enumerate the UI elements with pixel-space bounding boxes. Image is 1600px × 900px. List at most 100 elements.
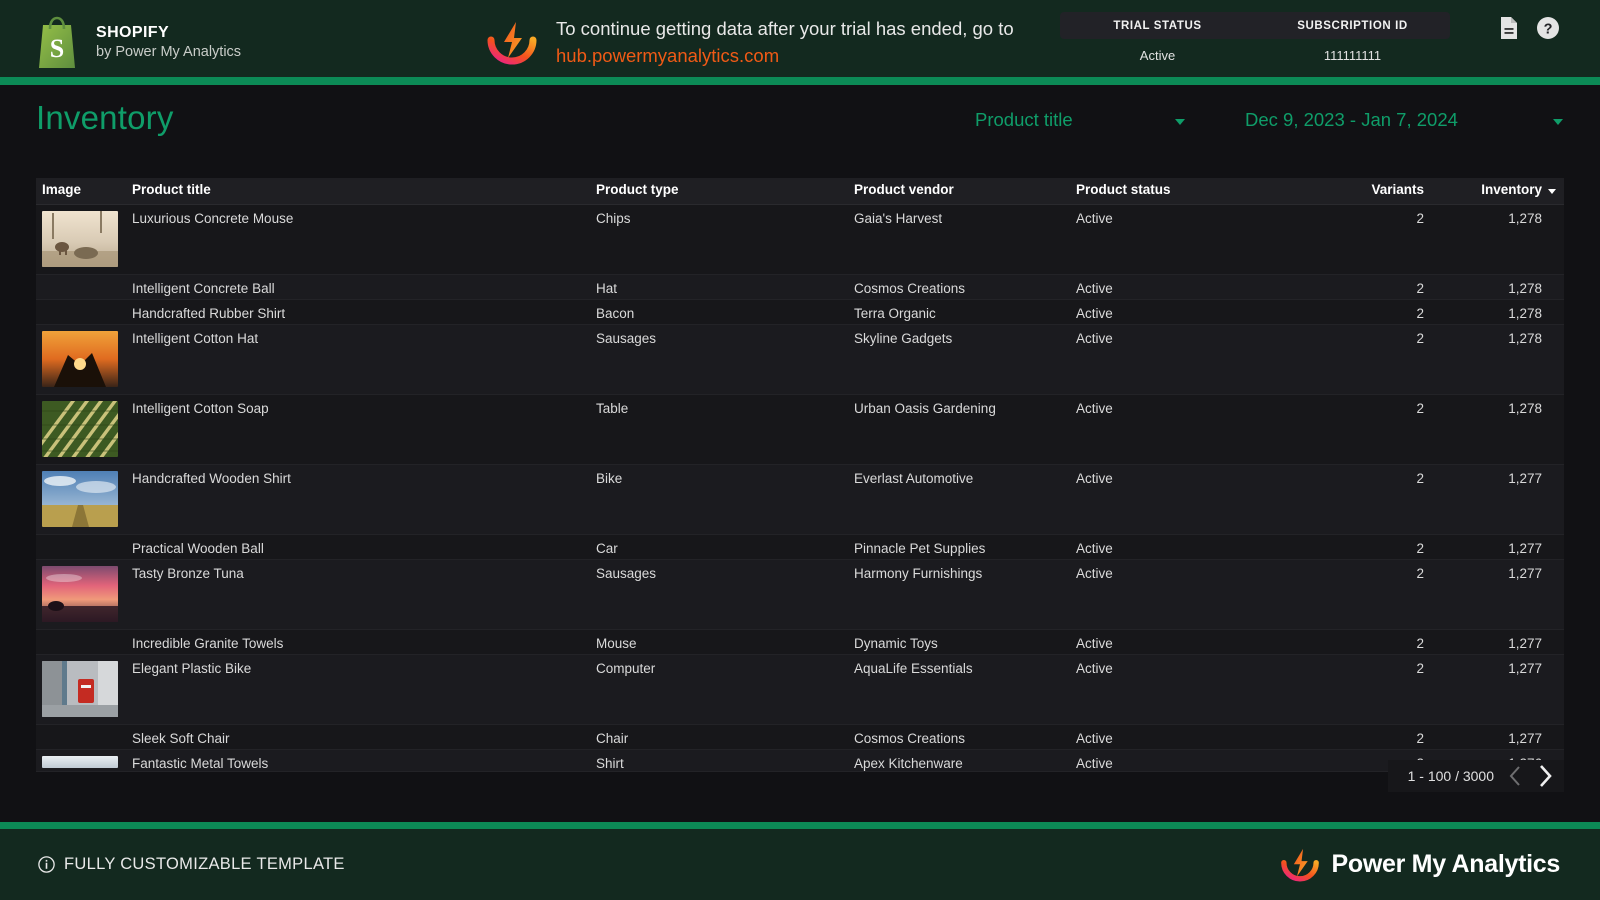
page-header: Inventory Product title Dec 9, 2023 - Ja…: [0, 85, 1600, 163]
table-row[interactable]: Intelligent Cotton Hat Sausages Skyline Ga…: [36, 324, 1564, 395]
cell-product-title: Fantastic Metal Towels: [132, 749, 596, 772]
cell-inventory: 1,277: [1438, 629, 1564, 655]
cell-product-status: Active: [1076, 299, 1326, 325]
cell-product-vendor: Harmony Furnishings: [854, 559, 1076, 630]
date-range-selector[interactable]: Dec 9, 2023 - Jan 7, 2024: [1245, 109, 1563, 131]
top-banner: S SHOPIFY by Power My Analytics To conti…: [0, 0, 1600, 85]
cell-product-title: Practical Wooden Ball: [132, 534, 596, 560]
cell-product-status: Active: [1076, 629, 1326, 655]
help-circle-icon[interactable]: ?: [1536, 16, 1560, 40]
cell-variants: 2: [1326, 324, 1438, 395]
table-row[interactable]: Incredible Granite Towels Mouse Dynamic To…: [36, 629, 1564, 655]
table-row[interactable]: Tasty Bronze Tuna Sausages Harmony Furnish…: [36, 559, 1564, 630]
inventory-table-container[interactable]: Image Product title Product type Product…: [36, 178, 1564, 772]
subscription-id-value: 111111111: [1323, 48, 1382, 63]
cell-product-type: Sausages: [596, 324, 854, 395]
cell-inventory: 1,278: [1438, 324, 1564, 395]
cell-product-title: Intelligent Cotton Hat: [132, 324, 596, 395]
trial-banner: To continue getting data after your tria…: [486, 16, 1014, 70]
table-header: Image Product title Product type Product…: [36, 178, 1564, 205]
cell-inventory: 1,277: [1438, 724, 1564, 750]
cell-product-vendor: Cosmos Creations: [854, 274, 1076, 300]
column-header-inventory[interactable]: Inventory: [1438, 178, 1564, 205]
product-thumbnail: [42, 565, 118, 622]
cell-image: [36, 559, 132, 630]
cell-variants: 2: [1326, 724, 1438, 750]
cell-variants: 2: [1326, 534, 1438, 560]
table-row[interactable]: Luxurious Concrete Mouse Chips Gaia's Harv…: [36, 204, 1564, 275]
cell-product-type: Bacon: [596, 299, 854, 325]
footer: FULLY CUSTOMIZABLE TEMPLATE Power My Ana…: [0, 822, 1600, 900]
chevron-down-icon: [1553, 119, 1563, 125]
top-icon-group: ?: [1499, 16, 1560, 40]
banner-link[interactable]: hub.powermyanalytics.com: [556, 43, 779, 70]
pagination: 1 - 100 / 3000: [1387, 760, 1564, 792]
product-thumbnail: [42, 400, 118, 457]
cell-product-title: Incredible Granite Towels: [132, 629, 596, 655]
chevron-right-icon[interactable]: [1537, 764, 1554, 788]
product-thumbnail: [42, 330, 118, 387]
cell-inventory: 1,278: [1438, 299, 1564, 325]
trial-status-label: TRIAL STATUS: [1113, 19, 1202, 32]
cell-variants: 2: [1326, 559, 1438, 630]
cell-image: [36, 204, 132, 275]
banner-message: To continue getting data after your tria…: [556, 17, 1014, 39]
table-row[interactable]: Intelligent Cotton Soap Table Urban Oasis …: [36, 394, 1564, 465]
cell-product-type: Chair: [596, 724, 854, 750]
brand-title: SHOPIFY: [96, 23, 170, 41]
column-header-vendor[interactable]: Product vendor: [854, 178, 1076, 205]
cell-inventory: 1,277: [1438, 464, 1564, 535]
table-row[interactable]: Handcrafted Wooden Shirt Bike Everlast Aut…: [36, 464, 1564, 535]
cell-product-vendor: Skyline Gadgets: [854, 324, 1076, 395]
status-values: Active 111111111: [1060, 48, 1450, 63]
trial-status-value: Active: [1139, 48, 1176, 63]
table-row[interactable]: Intelligent Concrete Ball Hat Cosmos Creat…: [36, 274, 1564, 300]
cell-inventory: 1,277: [1438, 559, 1564, 630]
status-area: TRIAL STATUS SUBSCRIPTION ID Active 1111…: [1060, 12, 1450, 63]
sort-desc-icon: [1548, 189, 1556, 194]
cell-product-status: Active: [1076, 464, 1326, 535]
table-row[interactable]: Handcrafted Rubber Shirt Bacon Terra Organ…: [36, 299, 1564, 325]
cell-variants: 2: [1326, 204, 1438, 275]
product-thumbnail: [42, 210, 118, 267]
cell-product-vendor: Everlast Automotive: [854, 464, 1076, 535]
cell-product-status: Active: [1076, 749, 1326, 772]
cell-product-type: Chips: [596, 204, 854, 275]
cell-product-title: Intelligent Cotton Soap: [132, 394, 596, 465]
document-icon[interactable]: [1499, 16, 1519, 40]
cell-variants: 2: [1326, 299, 1438, 325]
footer-brand-text: Power My Analytics: [1331, 850, 1561, 878]
table-row[interactable]: Sleek Soft Chair Chair Cosmos Creations Act…: [36, 724, 1564, 750]
table-row[interactable]: Elegant Plastic Bike Computer AquaLife Ess…: [36, 654, 1564, 725]
status-header: TRIAL STATUS SUBSCRIPTION ID: [1060, 12, 1450, 39]
cell-variants: 2: [1326, 654, 1438, 725]
cell-product-title: Sleek Soft Chair: [132, 724, 596, 750]
cell-image: [36, 629, 132, 655]
cell-image: [36, 749, 132, 772]
table-row[interactable]: Practical Wooden Ball Car Pinnacle Pet Sup…: [36, 534, 1564, 560]
column-header-title[interactable]: Product title: [132, 178, 596, 205]
cell-product-vendor: Gaia's Harvest: [854, 204, 1076, 275]
column-header-status[interactable]: Product status: [1076, 178, 1326, 205]
cell-product-status: Active: [1076, 324, 1326, 395]
product-thumbnail: [42, 660, 118, 717]
footer-left: FULLY CUSTOMIZABLE TEMPLATE: [38, 855, 345, 874]
table-row[interactable]: Fantastic Metal Towels Shirt Apex Kitchenw…: [36, 749, 1564, 772]
cell-product-status: Active: [1076, 654, 1326, 725]
cell-image: [36, 724, 132, 750]
dimension-selector[interactable]: Product title: [975, 109, 1185, 131]
column-header-variants[interactable]: Variants: [1326, 178, 1438, 205]
column-header-image[interactable]: Image: [36, 178, 132, 205]
cell-product-status: Active: [1076, 724, 1326, 750]
cell-product-type: Mouse: [596, 629, 854, 655]
product-thumbnail: [42, 755, 118, 768]
cell-inventory: 1,278: [1438, 274, 1564, 300]
column-header-type[interactable]: Product type: [596, 178, 854, 205]
cell-inventory: 1,278: [1438, 204, 1564, 275]
chevron-down-icon: [1175, 119, 1185, 125]
chevron-left-icon[interactable]: [1508, 765, 1523, 787]
cell-variants: 2: [1326, 464, 1438, 535]
cell-product-type: Computer: [596, 654, 854, 725]
cell-product-title: Tasty Bronze Tuna: [132, 559, 596, 630]
brand-block: S SHOPIFY by Power My Analytics: [0, 16, 470, 70]
